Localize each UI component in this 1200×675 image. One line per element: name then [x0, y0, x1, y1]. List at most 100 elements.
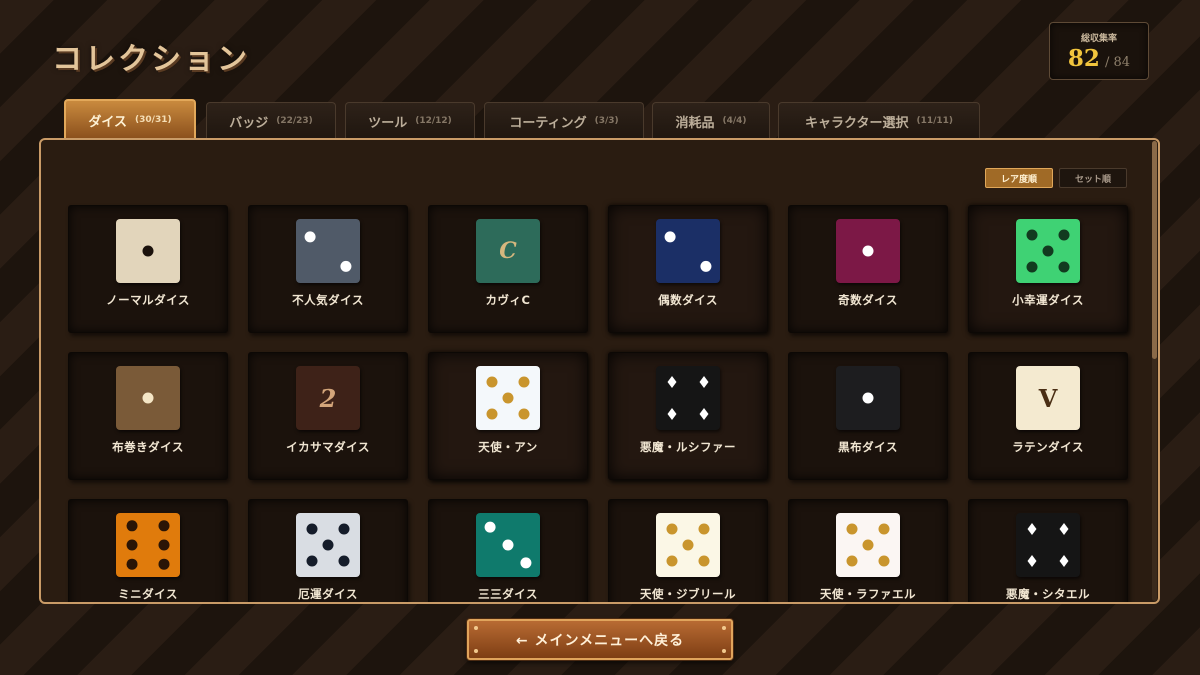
die-letter: C [499, 238, 517, 264]
normal-die-icon [116, 219, 180, 283]
die-pip [1059, 523, 1069, 535]
tab-count: (11/11) [916, 116, 954, 126]
collection-panel: レア度順 セット順 ノーマルダイス 不人気ダイス C カヴィC 偶数ダイス 奇数ダイス 小幸… [39, 138, 1160, 604]
completion-value: 82 / 84 [1050, 45, 1148, 72]
dice-card[interactable]: 天使・ラファエル [788, 499, 948, 602]
die-pip [486, 408, 498, 420]
dice-name: 天使・ラファエル [820, 587, 916, 601]
dice-card[interactable]: 天使・アン [428, 352, 588, 480]
rivet-icon [474, 649, 478, 653]
dice-card[interactable]: 奇数ダイス [788, 205, 948, 333]
die-pip [1042, 245, 1054, 257]
die-pip [1058, 229, 1070, 241]
scrollbar-thumb[interactable] [1152, 141, 1157, 359]
tab-consumables[interactable]: 消耗品 (4/4) [652, 102, 770, 139]
die-pips [846, 523, 890, 567]
dice-card[interactable]: 黒布ダイス [788, 352, 948, 480]
die-pip [158, 539, 170, 551]
die-pip [518, 376, 530, 388]
die-pip [1027, 523, 1037, 535]
die-pip [666, 555, 678, 567]
tab-character-select[interactable]: キャラクター選択 (11/11) [778, 102, 980, 139]
completion-collected: 82 [1067, 45, 1100, 72]
dice-card[interactable]: 偶数ダイス [608, 205, 768, 333]
die-pip [126, 520, 138, 532]
dice-card[interactable]: 三三ダイス [428, 499, 588, 602]
die-pip [698, 523, 710, 535]
die-pip [142, 392, 154, 404]
dice-card[interactable]: 厄運ダイス [248, 499, 408, 602]
dice-card[interactable]: 小幸運ダイス [968, 205, 1128, 333]
die-pip [340, 260, 352, 272]
sort-by-rarity-button[interactable]: レア度順 [985, 168, 1053, 188]
even-die-icon [656, 219, 720, 283]
tab-count: (12/12) [415, 116, 452, 126]
die-pips [1026, 229, 1070, 273]
die-letter: V [1038, 383, 1058, 413]
dice-card[interactable]: 悪魔・ルシファー [608, 352, 768, 480]
die-pip [700, 260, 712, 272]
die-pip [338, 555, 350, 567]
tab-coating[interactable]: コーティング (3/3) [484, 102, 644, 139]
tab-label: 消耗品 [675, 115, 715, 131]
dice-card[interactable]: 天使・ジブリール [608, 499, 768, 602]
unpopular-die-icon [296, 219, 360, 283]
dice-card[interactable]: 2 イカサマダイス [248, 352, 408, 480]
dice-name: カヴィC [485, 293, 531, 307]
cheat-die-icon: 2 [296, 366, 360, 430]
die-pip [486, 376, 498, 388]
tab-badge[interactable]: バッジ (22/23) [206, 102, 336, 139]
die-pip [306, 523, 318, 535]
die-pip [699, 408, 709, 420]
dice-card[interactable]: V ラテンダイス [968, 352, 1128, 480]
die-pips [306, 523, 350, 567]
die-pip [126, 558, 138, 570]
dice-card[interactable]: 布巻きダイス [68, 352, 228, 480]
completion-total: / 84 [1105, 55, 1131, 70]
die-pips [666, 523, 710, 567]
die-pip [158, 558, 170, 570]
sort-by-set-button[interactable]: セット順 [1059, 168, 1127, 188]
die-pip [518, 408, 530, 420]
tab-count: (3/3) [594, 116, 619, 126]
die-pips [126, 520, 170, 570]
die-pip [862, 245, 874, 257]
dice-name: ミニダイス [118, 587, 178, 601]
dice-name: 三三ダイス [478, 587, 538, 601]
completion-label: 総収集率 [1080, 34, 1117, 44]
back-to-main-menu-button[interactable]: ← メインメニューへ戻る [467, 619, 733, 660]
mini-die-icon [116, 513, 180, 577]
tab-dice[interactable]: ダイス (30/31) [64, 99, 196, 139]
dice-name: 天使・アン [478, 440, 538, 454]
dice-name: 小幸運ダイス [1012, 293, 1084, 307]
dice-card[interactable]: 悪魔・シタエル [968, 499, 1128, 602]
tab-count: (4/4) [722, 116, 747, 126]
dice-name: 不人気ダイス [292, 293, 364, 307]
dice-card[interactable]: ミニダイス [68, 499, 228, 602]
die-pips [664, 231, 712, 272]
dice-card[interactable]: 不人気ダイス [248, 205, 408, 333]
angel-die-icon [476, 366, 540, 430]
odd-die-icon [836, 219, 900, 283]
demon-die-icon-2 [1016, 513, 1080, 577]
demon-die-icon [656, 366, 720, 430]
die-pip [484, 521, 496, 533]
back-button-label: ← メインメニューへ戻る [515, 632, 685, 649]
scrollbar[interactable] [1152, 141, 1157, 601]
die-pip [862, 539, 874, 551]
dice-name: 奇数ダイス [838, 293, 898, 307]
die-pips [142, 392, 154, 404]
tab-tools[interactable]: ツール (12/12) [345, 102, 475, 139]
die-pips [862, 392, 874, 404]
die-pip [666, 523, 678, 535]
dice-name: 天使・ジブリール [640, 587, 736, 601]
angel-gabriel-die-icon [656, 513, 720, 577]
page-title: コレクション [52, 42, 250, 77]
cloth-die-icon [116, 366, 180, 430]
dice-card[interactable]: C カヴィC [428, 205, 588, 333]
tab-count: (22/23) [276, 116, 313, 126]
dice-name: 厄運ダイス [298, 587, 358, 601]
dice-name: 悪魔・シタエル [1006, 587, 1090, 601]
dice-card[interactable]: ノーマルダイス [68, 205, 228, 333]
die-pip [306, 555, 318, 567]
